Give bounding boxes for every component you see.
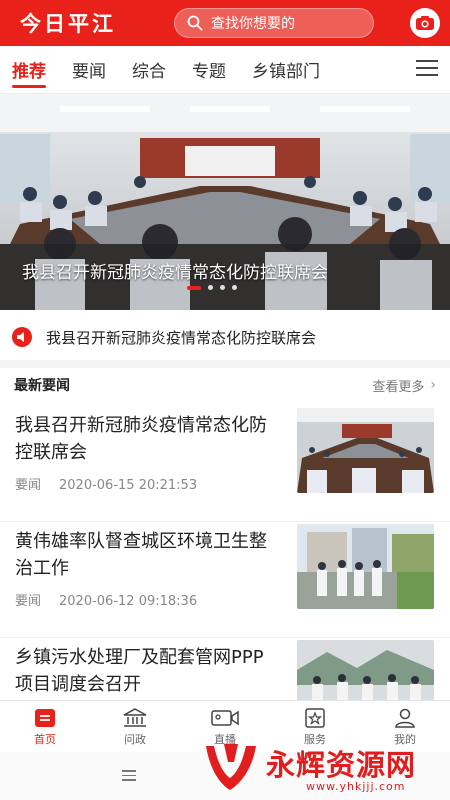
home-icon <box>35 709 55 727</box>
section-title: 最新要闻 <box>14 378 70 394</box>
service-star-icon <box>305 708 325 728</box>
nav-inquiry-label: 问政 <box>124 733 146 746</box>
news-time: 2020-06-15 20:21:53 <box>59 478 198 493</box>
app-logo: 今日平江 <box>20 11 116 36</box>
section-divider <box>0 360 450 368</box>
top-header: 今日平江 查找你想要的 <box>0 0 450 46</box>
view-more-label: 查看更多 <box>372 379 425 395</box>
search-placeholder: 查找你想要的 <box>211 16 295 32</box>
tab-recommend[interactable]: 推荐 <box>12 46 46 94</box>
watermark-logo-icon <box>206 744 256 790</box>
news-meta: 要闻 2020-06-12 09:18:36 <box>15 590 197 609</box>
search-bar[interactable]: 查找你想要的 <box>174 8 374 38</box>
user-icon <box>395 708 415 728</box>
watermark: 永辉资源网 www.yhkjjj.com <box>196 738 450 800</box>
nav-inquiry[interactable]: 问政 <box>90 701 180 748</box>
camera-icon <box>416 16 434 30</box>
nav-home-label: 首页 <box>34 733 56 746</box>
carousel-dot <box>208 285 213 290</box>
carousel-indicator <box>187 285 244 290</box>
news-category: 要闻 <box>15 594 42 609</box>
carousel-dot <box>220 285 225 290</box>
speaker-icon <box>12 327 32 347</box>
channel-menu-icon[interactable] <box>416 60 438 78</box>
latest-news-header: 最新要闻 查看更多 › <box>0 372 450 398</box>
notice-text: 我县召开新冠肺炎疫情常态化防控联席会 <box>46 328 317 347</box>
camera-button[interactable] <box>410 8 440 38</box>
view-more-link[interactable]: 查看更多 › <box>372 376 436 395</box>
tab-topics[interactable]: 专题 <box>192 46 226 94</box>
news-time: 2020-06-12 09:18:36 <box>59 594 198 609</box>
app-screen: 今日平江 查找你想要的 推荐 要闻 综合 专题 乡镇部门 我县召开新冠肺炎疫情常… <box>0 0 450 800</box>
news-thumbnail <box>297 524 434 609</box>
news-title: 我县召开新冠肺炎疫情常态化防控联席会 <box>15 415 267 463</box>
tab-headlines[interactable]: 要闻 <box>72 46 106 94</box>
nav-home[interactable]: 首页 <box>0 701 90 748</box>
banner-title[interactable]: 我县召开新冠肺炎疫情常态化防控联席会 <box>22 258 328 283</box>
search-icon <box>187 15 203 31</box>
watermark-text: 永辉资源网 <box>266 748 417 782</box>
tab-townships[interactable]: 乡镇部门 <box>252 46 320 94</box>
news-thumbnail <box>297 408 434 493</box>
news-item[interactable]: 我县召开新冠肺炎疫情常态化防控联席会 要闻 2020-06-15 20:21:53 <box>0 408 450 522</box>
news-category: 要闻 <box>15 478 42 493</box>
tab-general[interactable]: 综合 <box>132 46 166 94</box>
news-item[interactable]: 黄伟雄率队督查城区环境卫生整治工作 要闻 2020-06-12 09:18:36 <box>0 524 450 638</box>
carousel-dot-active <box>187 285 201 290</box>
channel-tabs: 推荐 要闻 综合 专题 乡镇部门 <box>0 46 450 94</box>
news-title: 黄伟雄率队督查城区环境卫生整治工作 <box>15 531 267 579</box>
news-meta: 要闻 2020-06-15 20:21:53 <box>15 474 197 493</box>
notice-bar[interactable]: 我县召开新冠肺炎疫情常态化防控联席会 <box>0 318 450 356</box>
video-camera-icon <box>211 710 239 726</box>
watermark-url: www.yhkjjj.com <box>306 780 406 793</box>
news-title: 乡镇污水处理厂及配套管网PPP项目调度会召开 <box>15 647 264 695</box>
system-menu-icon[interactable] <box>122 770 136 784</box>
government-icon <box>123 708 147 727</box>
carousel-dot <box>232 285 237 290</box>
chevron-right-icon: › <box>430 377 436 393</box>
